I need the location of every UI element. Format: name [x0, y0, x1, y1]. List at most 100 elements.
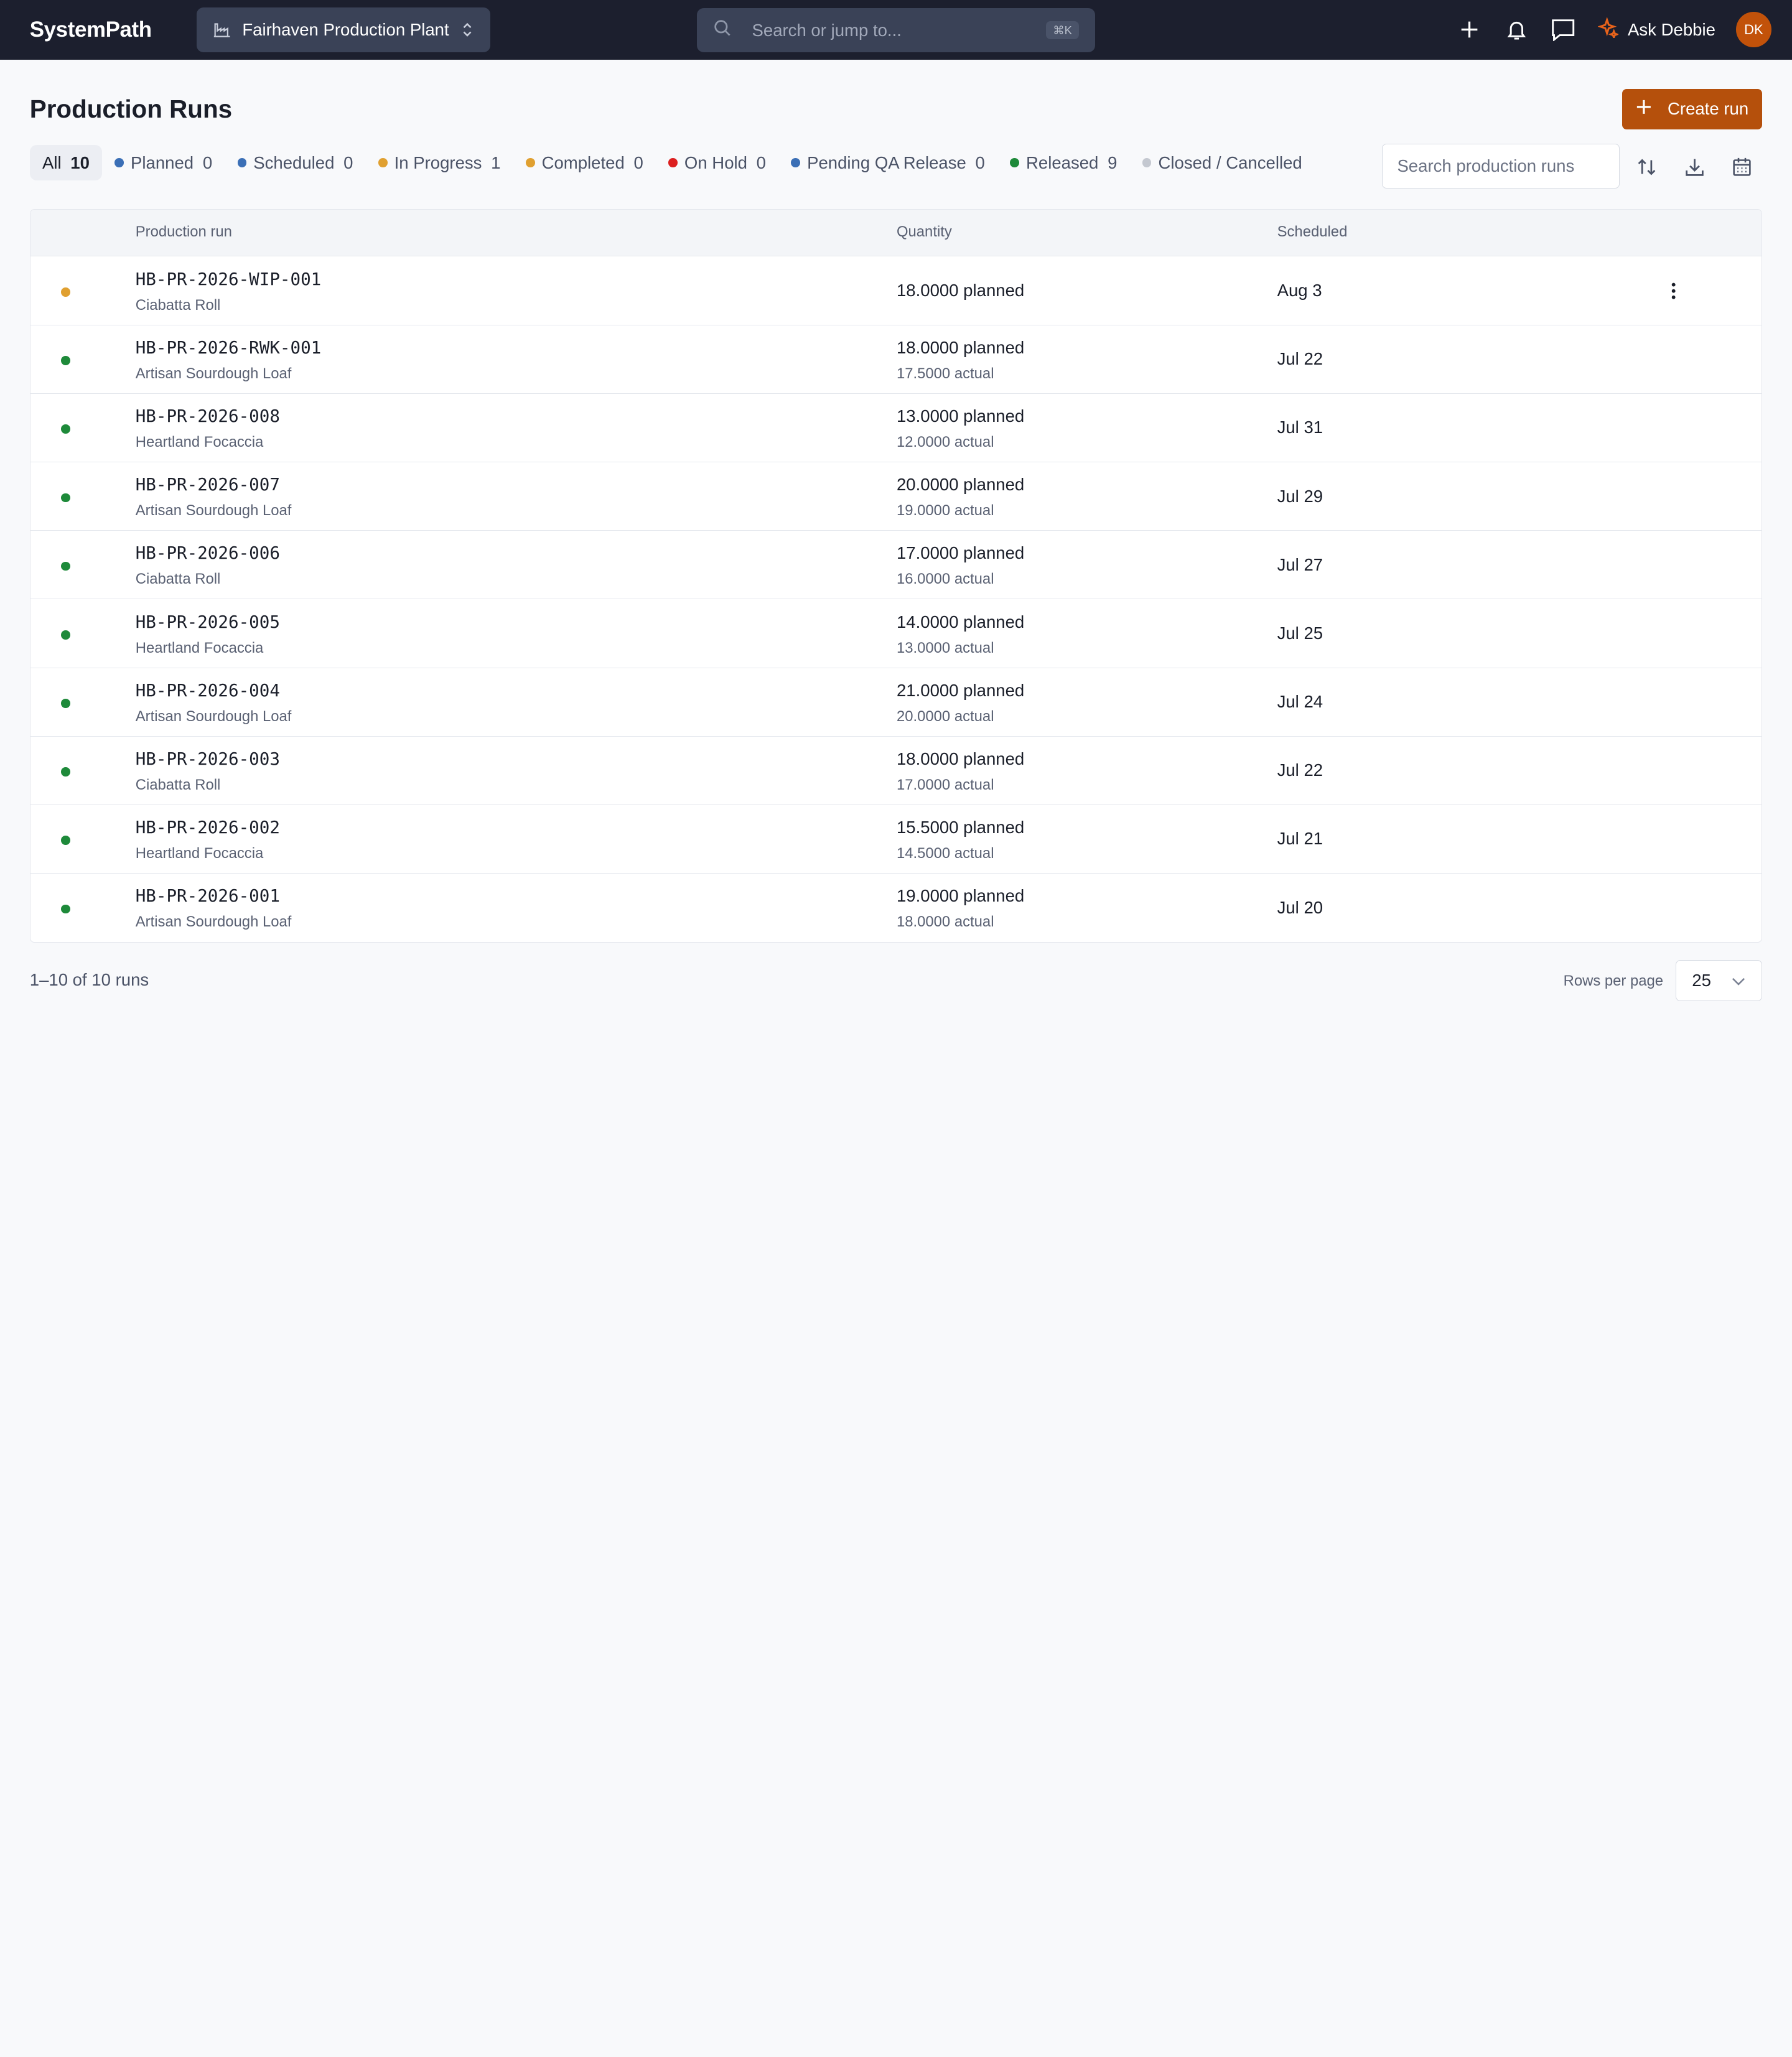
brand-logo[interactable]: SystemPath — [30, 17, 197, 42]
scheduled-date: Jul 27 — [1277, 554, 1323, 574]
planned-quantity: 21.0000 planned — [896, 680, 1025, 700]
actual-quantity: 17.5000 actual — [896, 365, 994, 382]
run-code: HB-PR-2026-001 — [135, 886, 280, 907]
filter-label: All — [42, 152, 62, 172]
create-run-label: Create run — [1668, 99, 1749, 119]
actual-quantity: 20.0000 actual — [896, 707, 994, 725]
product-name: Artisan Sourdough Loaf — [135, 913, 292, 931]
chat-icon[interactable] — [1540, 6, 1587, 53]
table-row[interactable]: HB-PR-2026-001 Artisan Sourdough Loaf 19.0… — [30, 874, 1762, 942]
planned-quantity: 18.0000 planned — [896, 337, 1025, 357]
status-filter-tabs: All 10 Planned 0 Scheduled 0 In Progress 1 Compl… — [29, 145, 1367, 181]
product-name: Artisan Sourdough Loaf — [135, 365, 292, 382]
search-icon — [713, 19, 731, 41]
filter-tab-all[interactable]: All 10 — [29, 145, 103, 181]
add-icon[interactable] — [1446, 6, 1493, 53]
filter-tab-closed-cancelled[interactable]: Closed / Cancelled — [1130, 145, 1315, 180]
scheduled-date: Jul 21 — [1277, 829, 1323, 849]
ask-debbie-button[interactable]: Ask Debbie — [1597, 16, 1715, 42]
scheduled-date: Jul 31 — [1277, 417, 1323, 437]
scheduled-date: Jul 24 — [1277, 692, 1323, 712]
filter-label: Released — [1025, 152, 1099, 172]
filter-label: Scheduled — [253, 152, 335, 172]
planned-quantity: 17.0000 planned — [896, 543, 1025, 563]
column-header-scheduled[interactable]: Scheduled — [1277, 223, 1348, 241]
status-dot — [61, 561, 71, 571]
filter-count: 0 — [756, 152, 766, 172]
table-row[interactable]: HB-PR-2026-007 Artisan Sourdough Loaf 20.0… — [30, 462, 1762, 531]
run-code: HB-PR-2026-008 — [135, 406, 280, 426]
top-navbar: SystemPath Fairhaven Production Plant Se… — [0, 0, 1792, 60]
filter-tab-planned[interactable]: Planned 0 — [102, 145, 225, 180]
product-name: Artisan Sourdough Loaf — [135, 502, 292, 520]
rows-per-page-label: Rows per page — [1563, 973, 1664, 990]
actual-quantity: 19.0000 actual — [896, 502, 994, 520]
planned-quantity: 15.5000 planned — [896, 818, 1025, 837]
filter-label: On Hold — [684, 152, 747, 172]
product-name: Heartland Focaccia — [135, 639, 264, 656]
planned-quantity: 18.0000 planned — [896, 280, 1025, 300]
run-code: HB-PR-2026-004 — [135, 680, 280, 701]
table-row[interactable]: HB-PR-2026-002 Heartland Focaccia 15.5000 … — [30, 805, 1762, 874]
actual-quantity: 13.0000 actual — [896, 639, 994, 656]
chevron-updown-icon — [460, 22, 474, 38]
column-header-run[interactable]: Production run — [136, 223, 232, 241]
run-code: HB-PR-2026-RWK-001 — [135, 337, 322, 358]
table-row[interactable]: HB-PR-2026-003 Ciabatta Roll 18.0000 plann… — [30, 737, 1762, 805]
filter-count: 0 — [633, 152, 643, 172]
filter-tab-completed[interactable]: Completed 0 — [513, 145, 656, 180]
planned-quantity: 20.0000 planned — [896, 475, 1025, 495]
run-code: HB-PR-2026-003 — [135, 749, 280, 769]
planned-quantity: 14.0000 planned — [896, 612, 1025, 632]
status-dot — [61, 424, 71, 434]
plant-selector[interactable]: Fairhaven Production Plant — [196, 7, 490, 52]
filter-count: 0 — [975, 152, 985, 172]
filter-tab-on-hold[interactable]: On Hold 0 — [656, 145, 778, 180]
search-runs-input[interactable] — [1381, 144, 1620, 189]
table-row[interactable]: HB-PR-2026-008 Heartland Focaccia 13.0000 … — [30, 394, 1762, 462]
filter-label: In Progress — [394, 152, 482, 172]
table-row[interactable]: HB-PR-2026-005 Heartland Focaccia 14.0000 … — [30, 599, 1762, 668]
filter-count: 10 — [70, 152, 90, 172]
calendar-icon[interactable] — [1724, 149, 1760, 185]
more-options-icon[interactable] — [1658, 275, 1689, 307]
filter-count: 0 — [202, 152, 213, 172]
filter-tab-pending-qa-release[interactable]: Pending QA Release 0 — [778, 145, 997, 180]
table-row[interactable]: HB-PR-2026-006 Ciabatta Roll 17.0000 plann… — [30, 531, 1762, 600]
table-row[interactable]: HB-PR-2026-004 Artisan Sourdough Loaf 21.0… — [30, 668, 1762, 737]
status-dot — [61, 630, 71, 640]
status-dot — [525, 158, 535, 168]
shortcut-hint: ⌘K — [1046, 21, 1079, 40]
global-search[interactable]: Search or jump to... ⌘K — [697, 7, 1095, 53]
run-code: HB-PR-2026-002 — [135, 818, 280, 838]
table-row[interactable]: HB-PR-2026-RWK-001 Artisan Sourdough Loaf… — [30, 325, 1762, 394]
filter-tab-released[interactable]: Released 9 — [997, 145, 1130, 180]
production-runs-table: Production run Quantity Scheduled HB-PR-… — [29, 209, 1763, 943]
user-avatar[interactable]: DK — [1735, 12, 1771, 48]
rows-per-page-select[interactable]: 25 — [1675, 959, 1763, 1001]
filter-count: 9 — [1108, 152, 1118, 172]
global-search-placeholder: Search or jump to... — [752, 20, 902, 40]
run-code: HB-PR-2026-007 — [135, 475, 280, 495]
filter-label: Pending QA Release — [807, 152, 966, 172]
table-body: HB-PR-2026-WIP-001 Ciabatta Roll 18.0000 p… — [30, 256, 1762, 942]
bell-icon[interactable] — [1493, 6, 1539, 53]
download-icon[interactable] — [1676, 149, 1713, 185]
status-dot — [61, 493, 71, 503]
filter-tab-scheduled[interactable]: Scheduled 0 — [225, 145, 365, 180]
column-header-quantity[interactable]: Quantity — [897, 223, 952, 241]
status-dot — [668, 158, 678, 168]
scheduled-date: Aug 3 — [1277, 280, 1322, 300]
filter-count: 0 — [343, 152, 353, 172]
status-dot — [61, 699, 71, 708]
run-code: HB-PR-2026-005 — [135, 612, 280, 632]
sort-icon[interactable] — [1628, 149, 1665, 185]
product-name: Heartland Focaccia — [135, 845, 264, 862]
create-run-button[interactable]: Create run — [1622, 89, 1763, 129]
filter-count: 1 — [491, 152, 501, 172]
product-name: Artisan Sourdough Loaf — [135, 707, 292, 725]
table-row[interactable]: HB-PR-2026-WIP-001 Ciabatta Roll 18.0000 p… — [30, 256, 1762, 325]
actual-quantity: 17.0000 actual — [896, 777, 994, 793]
filter-tab-in-progress[interactable]: In Progress 1 — [366, 145, 513, 180]
scheduled-date: Jul 25 — [1277, 623, 1323, 643]
